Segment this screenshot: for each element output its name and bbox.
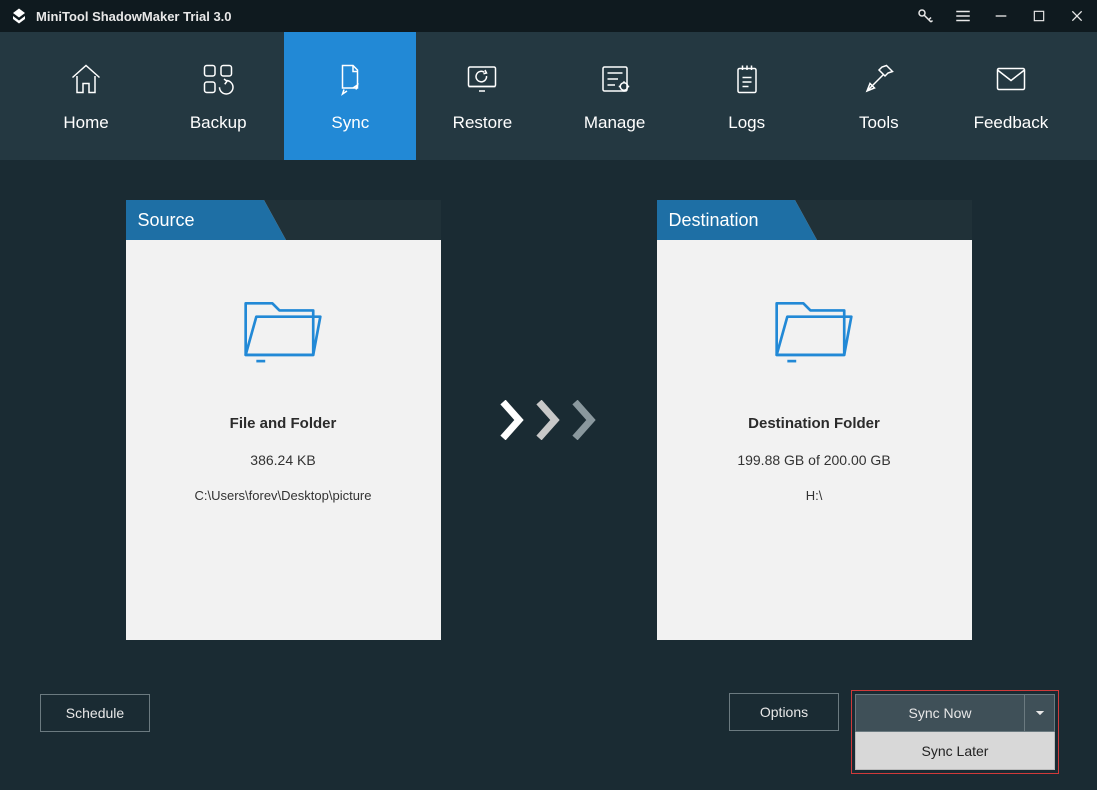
maximize-icon[interactable] [1029,6,1049,26]
nav-label: Restore [453,113,513,133]
destination-panel[interactable]: Destination Destination Folder 199.88 GB… [657,200,972,640]
nav-label: Home [63,113,108,133]
destination-body: Destination Folder 199.88 GB of 200.00 G… [657,240,972,503]
source-panel[interactable]: Source File and Folder 386.24 KB C:\User… [126,200,441,640]
sync-dropdown-toggle[interactable] [1025,694,1055,732]
destination-size: 199.88 GB of 200.00 GB [737,452,890,468]
window-controls [915,6,1087,26]
sync-split-button: Sync Now [855,694,1055,732]
destination-header-label: Destination [657,200,795,240]
source-header: Source [126,200,441,240]
options-button[interactable]: Options [729,693,839,731]
folder-icon [769,290,859,370]
minimize-icon[interactable] [991,6,1011,26]
destination-path: H:\ [806,488,823,503]
sync-dropdown-highlight: Sync Now Sync Later [851,690,1059,774]
source-title: File and Folder [230,415,337,432]
sync-now-button[interactable]: Sync Now [855,694,1025,732]
destination-header: Destination [657,200,972,240]
logs-icon [727,59,767,99]
bottom-bar: Schedule Options Sync Now Sync Later [0,680,1097,790]
nav-label: Sync [331,113,369,133]
nav-label: Manage [584,113,645,133]
key-icon[interactable] [915,6,935,26]
folder-icon [238,290,328,370]
title-bar: MiniTool ShadowMaker Trial 3.0 [0,0,1097,32]
arrow-separator [496,400,602,440]
app-title: MiniTool ShadowMaker Trial 3.0 [36,9,232,24]
nav-manage[interactable]: Manage [549,32,681,160]
menu-icon[interactable] [953,6,973,26]
source-path: C:\Users\forev\Desktop\picture [194,488,371,503]
nav-restore[interactable]: Restore [416,32,548,160]
sync-icon [330,59,370,99]
close-icon[interactable] [1067,6,1087,26]
main-area: Source File and Folder 386.24 KB C:\User… [0,160,1097,680]
nav-label: Backup [190,113,247,133]
source-header-label: Source [126,200,264,240]
nav-feedback[interactable]: Feedback [945,32,1077,160]
tools-icon [859,59,899,99]
sync-dropdown-list: Sync Later [855,732,1055,770]
feedback-icon [991,59,1031,99]
header-decor [286,200,441,240]
nav-home[interactable]: Home [20,32,152,160]
destination-title: Destination Folder [748,415,880,432]
source-size: 386.24 KB [250,452,315,468]
app-logo-icon [10,7,28,25]
header-decor [817,200,972,240]
nav-backup[interactable]: Backup [152,32,284,160]
nav-sync[interactable]: Sync [284,32,416,160]
nav-label: Tools [859,113,899,133]
schedule-button[interactable]: Schedule [40,694,150,732]
nav-label: Logs [728,113,765,133]
restore-icon [462,59,502,99]
source-body: File and Folder 386.24 KB C:\Users\forev… [126,240,441,503]
main-nav: Home Backup Sync Restore Manage Logs T [0,32,1097,160]
sync-later-option[interactable]: Sync Later [855,732,1055,770]
nav-tools[interactable]: Tools [813,32,945,160]
home-icon [66,59,106,99]
nav-logs[interactable]: Logs [681,32,813,160]
manage-icon [595,59,635,99]
backup-icon [198,59,238,99]
nav-label: Feedback [974,113,1049,133]
